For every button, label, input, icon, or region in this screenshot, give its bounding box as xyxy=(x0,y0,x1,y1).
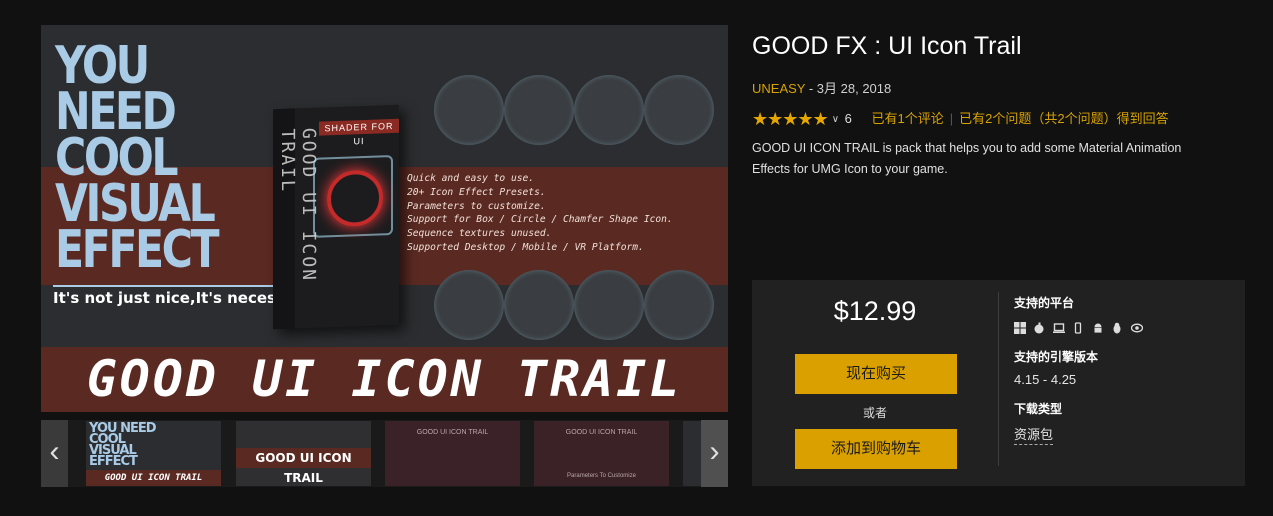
price: $12.99 xyxy=(833,296,917,326)
thumbnail-title: GOOD UI ICON TRAIL xyxy=(86,470,221,486)
product-box-art: GOOD UI ICON TRAIL SHADER FOR UI xyxy=(273,104,399,330)
engine-heading: 支持的引擎版本 xyxy=(1014,350,1099,364)
vr-icon xyxy=(1130,323,1143,333)
feature-item: Sequence textures unused. xyxy=(407,228,552,240)
buy-now-button[interactable]: 现在购买 xyxy=(795,354,957,394)
hero-image[interactable]: YOU NEED COOL VISUAL EFFECT It's not jus… xyxy=(41,25,728,412)
reviews-link[interactable]: 已有1个评论 xyxy=(872,111,944,126)
platform-icons xyxy=(1014,319,1234,335)
thumbnail-caption: GOOD UI ICON TRAIL xyxy=(565,429,638,436)
android-icon xyxy=(1094,323,1102,333)
product-info: GOOD FX : UI Icon Trail UNEASY - 3月 28, … xyxy=(752,0,1252,240)
effect-ring xyxy=(644,270,714,340)
box-effect-frame xyxy=(313,155,393,238)
thumbnail-headline: YOU NEED COOL VISUAL EFFECT xyxy=(89,421,157,469)
star-rating[interactable]: ★★★★★ xyxy=(752,109,829,130)
thumbnail-strip: ‹ YOU NEED COOL VISUAL EFFECT GOOD UI IC… xyxy=(41,420,728,487)
feature-item: Quick and easy to use. xyxy=(407,173,535,184)
feature-item: Supported Desktop / Mobile / VR Platform… xyxy=(407,241,644,253)
effect-ring xyxy=(574,270,644,340)
chevron-right-icon: › xyxy=(709,435,720,468)
seller-link[interactable]: UNEASY xyxy=(752,81,805,96)
download-heading: 下载类型 xyxy=(1014,402,1063,416)
effect-ring xyxy=(504,270,574,340)
engine-section: 支持的引擎版本 4.15 - 4.25 xyxy=(1014,348,1234,387)
add-to-cart-button[interactable]: 添加到购物车 xyxy=(795,429,957,469)
feature-item: 20+ Icon Effect Presets. xyxy=(407,186,546,198)
engine-versions: 4.15 - 4.25 xyxy=(1014,372,1077,387)
questions-link[interactable]: 已有2个问题（共2个问题）得到回答 xyxy=(959,111,1168,126)
purchase-panel: $12.99 现在购买 或者 添加到购物车 支持的平台 支持的引擎版本 4.15… xyxy=(752,280,1245,486)
hero-headline: YOU NEED COOL VISUAL EFFECT xyxy=(55,36,220,280)
feature-item: Parameters to customize. xyxy=(407,200,546,212)
media-gallery: YOU NEED COOL VISUAL EFFECT It's not jus… xyxy=(41,25,728,487)
thumbnail-1[interactable]: YOU NEED COOL VISUAL EFFECT GOOD UI ICON… xyxy=(86,421,221,486)
product-title: GOOD FX : UI Icon Trail xyxy=(752,32,1022,60)
effect-ring xyxy=(434,75,504,145)
thumbnail-prev-button[interactable]: ‹ xyxy=(41,420,68,487)
platforms-section: 支持的平台 xyxy=(1014,294,1234,335)
thumbnail-caption: GOOD UI ICON TRAIL xyxy=(416,429,489,436)
product-description: GOOD UI ICON TRAIL is pack that helps yo… xyxy=(752,141,1182,176)
download-section: 下载类型 资源包 xyxy=(1014,400,1234,445)
rating-row: ★★★★★ ∨ 6 已有1个评论 | 已有2个问题（共2个问题）得到回答 xyxy=(752,108,1169,130)
or-label: 或者 xyxy=(862,406,887,420)
download-type-link[interactable]: 资源包 xyxy=(1014,424,1054,445)
effect-ring xyxy=(504,75,574,145)
rating-count: 6 xyxy=(844,111,852,126)
effect-ring xyxy=(644,75,714,145)
effect-ring xyxy=(434,270,504,340)
thumbnail-title: GOOD UI ICON TRAIL xyxy=(236,448,371,485)
thumbnail-5[interactable] xyxy=(683,421,701,486)
feature-item: Support for Box / Circle / Chamfer Shape… xyxy=(407,214,673,226)
windows-icon xyxy=(1014,321,1026,334)
hero-title: GOOD UI ICON TRAIL xyxy=(86,350,683,408)
thumbnail-2[interactable]: GOOD UI ICON TRAIL xyxy=(236,421,371,486)
ios-icon xyxy=(1075,322,1082,334)
box-spine: GOOD UI ICON TRAIL xyxy=(273,108,319,330)
chevron-down-icon[interactable]: ∨ xyxy=(832,114,839,125)
box-tag: SHADER FOR UI xyxy=(319,118,399,146)
platforms-heading: 支持的平台 xyxy=(1014,296,1075,310)
thumbnail-subcaption: Parameters To Customize xyxy=(567,473,636,479)
chevron-left-icon: ‹ xyxy=(49,435,60,468)
apple-icon xyxy=(1034,322,1044,334)
linux-icon xyxy=(1113,322,1121,334)
divider: | xyxy=(949,111,954,126)
effect-ring xyxy=(574,75,644,145)
thumbnail-next-button[interactable]: › xyxy=(701,420,728,487)
box-effect-ring xyxy=(327,169,383,228)
hero-feature-list: Quick and easy to use. 20+ Icon Effect P… xyxy=(407,172,728,255)
product-meta: UNEASY - 3月 28, 2018 xyxy=(752,78,891,97)
panel-divider xyxy=(998,292,999,466)
laptop-icon xyxy=(1052,323,1065,333)
thumbnail-4[interactable]: GOOD UI ICON TRAIL Parameters To Customi… xyxy=(534,421,669,486)
release-date: - 3月 28, 2018 xyxy=(805,81,892,96)
thumbnail-3[interactable]: GOOD UI ICON TRAIL xyxy=(385,421,520,486)
